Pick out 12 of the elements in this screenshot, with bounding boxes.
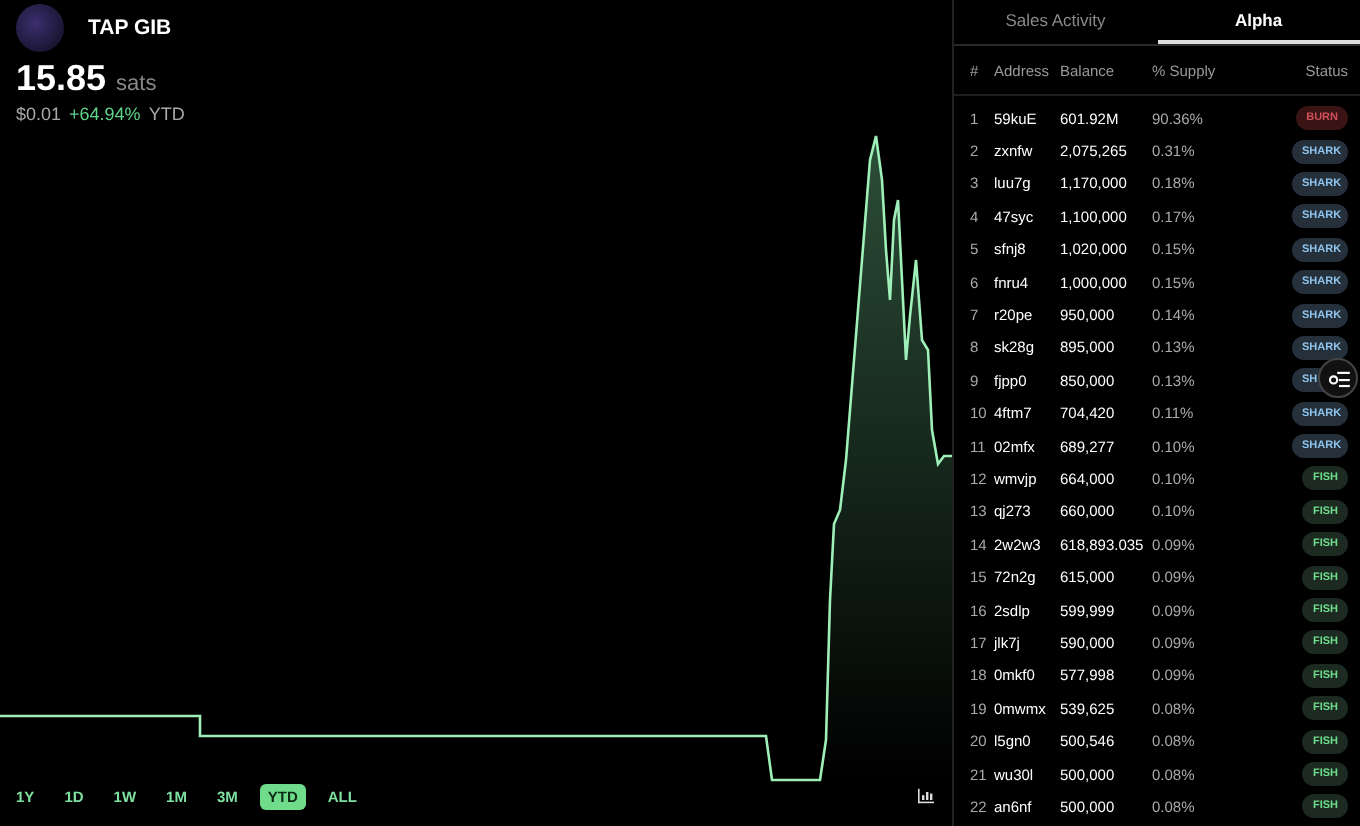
chart-type-icon[interactable]: [918, 788, 934, 804]
filter-icon: [1327, 369, 1349, 387]
token-logo: [16, 4, 64, 52]
token-price: 15.85: [16, 58, 107, 100]
price-unit: sats: [116, 72, 157, 96]
usd-price: $0.01: [16, 104, 62, 124]
token-name: TAP GIB: [88, 16, 172, 40]
tab[interactable]: Sales Activity: [954, 0, 1157, 44]
change-period: YTD: [148, 104, 185, 124]
tab[interactable]: Alpha: [1157, 0, 1360, 44]
price-change: +64.94%: [69, 104, 141, 124]
filter-button[interactable]: [1318, 358, 1358, 398]
